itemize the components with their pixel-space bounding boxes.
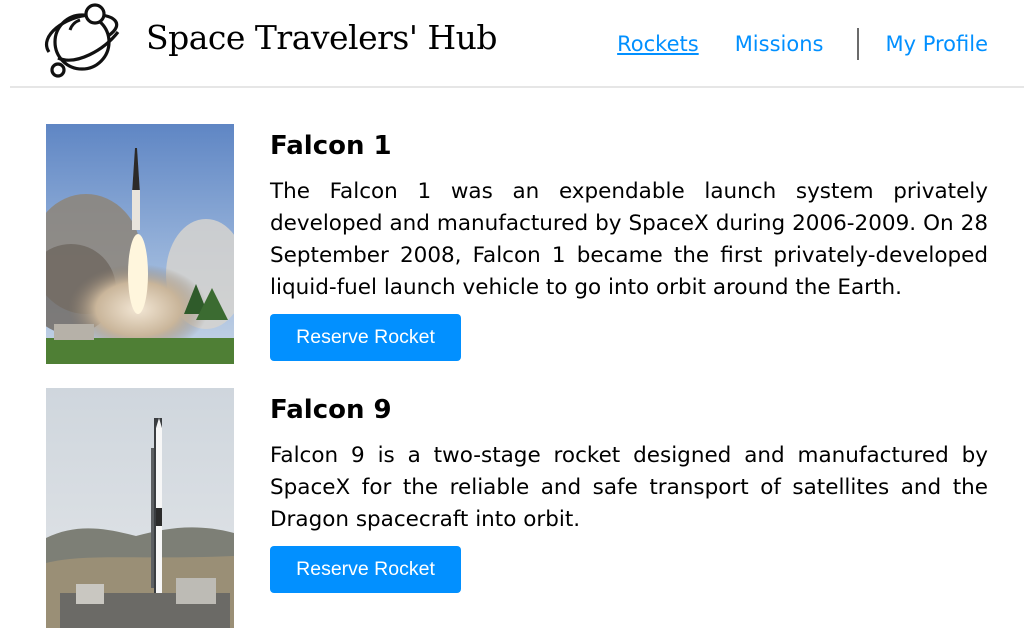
main-nav: Rockets Missions My Profile — [617, 28, 988, 60]
reserve-rocket-button[interactable]: Reserve Rocket — [270, 546, 461, 593]
nav-link-my-profile[interactable]: My Profile — [885, 32, 988, 56]
planet-logo-icon[interactable] — [44, 2, 124, 80]
nav-divider — [857, 28, 860, 60]
nav-link-rockets[interactable]: Rockets — [617, 32, 699, 56]
rocket-image-falcon-9 — [46, 388, 234, 628]
reserve-rocket-button[interactable]: Reserve Rocket — [270, 314, 461, 361]
site-header: Space Travelers' Hub Rockets Missions My… — [10, 0, 1024, 88]
rocket-description: The Falcon 1 was an expendable launch sy… — [270, 179, 988, 300]
site-title: Space Travelers' Hub — [146, 18, 498, 57]
rocket-name: Falcon 1 — [270, 131, 392, 161]
nav-link-missions[interactable]: Missions — [735, 32, 824, 56]
rocket-name: Falcon 9 — [270, 395, 392, 425]
rocket-image-falcon-1 — [46, 124, 234, 364]
rocket-description: Falcon 9 is a two-stage rocket designed … — [270, 443, 988, 532]
